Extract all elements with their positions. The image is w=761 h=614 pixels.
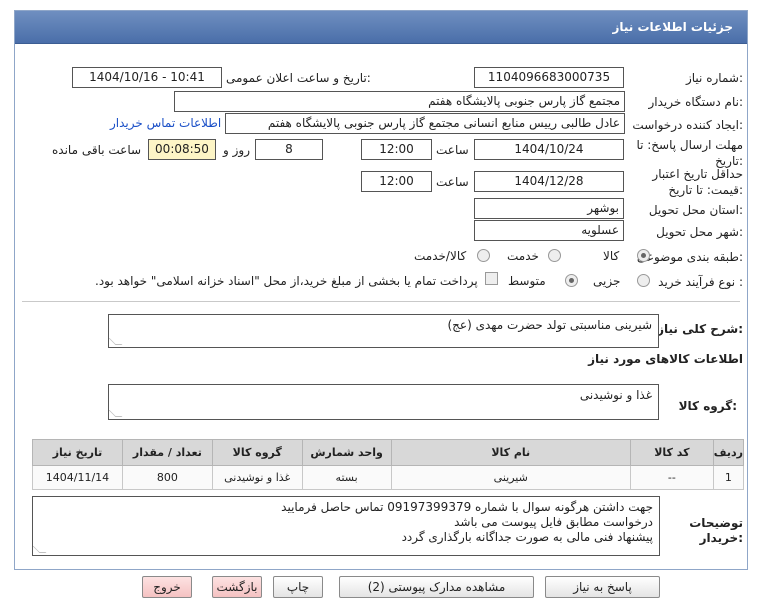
buyer-contact-link[interactable]: اطلاعات تماس خریدار (110, 116, 221, 130)
price-validity-date-field: 1404/12/28 (474, 171, 624, 192)
goods-table-header: ردیف کد کالا نام کالا واحد شمارش گروه کا… (32, 439, 745, 466)
reply-deadline-label-1: مهلت ارسال پاسخ: تا (636, 138, 743, 152)
category-label: طبقه بندی موضوعی: (636, 250, 743, 264)
category-radio-goods-service[interactable] (477, 249, 490, 262)
treasury-payment-checkbox[interactable] (485, 272, 498, 285)
print-button[interactable]: چاپ (273, 576, 323, 598)
exit-button[interactable]: خروج (142, 576, 192, 598)
panel-title: جزئیات اطلاعات نیاز (612, 20, 733, 34)
category-option-service: خدمت (507, 249, 539, 263)
goods-group-label: گروه کالا: (678, 399, 737, 413)
resize-grip-icon[interactable] (33, 546, 47, 553)
goods-section-title: اطلاعات کالاهای مورد نیاز (588, 352, 743, 366)
col-name: نام کالا (390, 439, 631, 466)
need-number-field: 1104096683000735 (474, 67, 624, 88)
need-number-label: شماره نیاز: (685, 71, 743, 85)
goods-group-textarea[interactable]: غذا و نوشیدنی (108, 384, 659, 420)
description-text: شیرینی مناسبتی تولد حضرت مهدی (عج) (447, 318, 653, 332)
description-textarea[interactable]: شیرینی مناسبتی تولد حضرت مهدی (عج) (108, 314, 659, 348)
resize-grip-icon[interactable] (109, 338, 123, 345)
cell-need-date: 1404/11/14 (32, 465, 123, 490)
description-label: شرح کلی نیاز: (657, 322, 743, 336)
table-row: 1 -- شیرینی بسته غذا و نوشیدنی 800 1404/… (32, 465, 745, 490)
buyer-notes-line: درخواست مطابق فایل پیوست می باشد (454, 515, 653, 529)
goods-table: ردیف کد کالا نام کالا واحد شمارش گروه کا… (32, 439, 745, 490)
price-validity-label-1: حداقل تاریخ اعتبار (652, 167, 743, 181)
reply-deadline-date-field: 1404/10/24 (474, 139, 624, 160)
col-row: ردیف (712, 439, 745, 466)
process-radio-minor[interactable] (637, 274, 650, 287)
process-label: نوع فرآیند خرید : (658, 275, 743, 289)
buyer-notes-line: پیشنهاد فنی مالی به صورت جداگانه بارگذار… (401, 530, 653, 544)
cell-code: -- (629, 465, 714, 490)
buyer-org-label: نام دستگاه خریدار: (648, 95, 744, 109)
province-label: استان محل تحویل: (648, 203, 743, 217)
col-code: کد کالا (629, 439, 714, 466)
buyer-notes-textarea[interactable]: جهت داشتن هرگونه سوال با شماره 091973993… (32, 496, 660, 556)
buyer-notes-label-1: توضیحات (689, 516, 743, 530)
back-button[interactable]: بازگشت (212, 576, 262, 598)
cell-quantity: 800 (121, 465, 213, 490)
treasury-payment-note: پرداخت تمام یا بخشی از مبلغ خرید،از محل … (95, 274, 478, 288)
category-radio-goods[interactable] (637, 249, 650, 262)
panel-header: جزئیات اطلاعات نیاز (15, 11, 747, 44)
remaining-time-label: ساعت باقی مانده (52, 143, 142, 157)
province-field: بوشهر (474, 198, 624, 219)
col-need-date: تاریخ نیاز (32, 439, 123, 466)
price-validity-time-field: 12:00 (361, 171, 432, 192)
resize-grip-icon[interactable] (109, 410, 123, 417)
city-label: شهر محل تحویل: (656, 225, 743, 239)
buyer-notes-line: جهت داشتن هرگونه سوال با شماره 091973993… (281, 500, 653, 514)
reply-deadline-time-field: 12:00 (361, 139, 432, 160)
remaining-days-label: روز و (223, 143, 250, 157)
cell-name: شیرینی (390, 465, 631, 490)
buyer-org-field: مجتمع گاز پارس جنوبی پالایشگاه هفتم (174, 91, 625, 112)
price-validity-label-2: قیمت: تا تاریخ: (668, 183, 743, 197)
price-validity-time-label: ساعت (436, 175, 469, 189)
remaining-days-field: 8 (255, 139, 323, 160)
reply-deadline-label-2: تاریخ: (715, 154, 743, 168)
cell-unit: بسته (301, 465, 392, 490)
col-quantity: تعداد / مقدار (121, 439, 213, 466)
col-group: گروه کالا (211, 439, 303, 466)
cell-row: 1 (712, 465, 745, 490)
cell-group: غذا و نوشیدنی (211, 465, 303, 490)
announce-datetime-field: 1404/10/16 - 10:41 (72, 67, 222, 88)
col-unit: واحد شمارش (301, 439, 392, 466)
process-option-medium: متوسط (508, 274, 546, 288)
category-option-goods: کالا (603, 249, 620, 263)
view-attachments-button[interactable]: مشاهده مدارک پیوستی (2) (339, 576, 534, 598)
requester-label: ایجاد کننده درخواست: (632, 118, 743, 132)
process-option-minor: جزیی (593, 274, 621, 288)
divider (22, 301, 740, 302)
remaining-time-field: 00:08:50 (148, 139, 216, 160)
process-radio-medium[interactable] (565, 274, 578, 287)
requester-field: عادل طالبی رییس منابع انسانی مجتمع گاز پ… (225, 113, 625, 134)
goods-group-text: غذا و نوشیدنی (579, 388, 652, 402)
reply-deadline-time-label: ساعت (436, 143, 469, 157)
category-option-goods-service: کالا/خدمت (414, 249, 467, 263)
category-radio-service[interactable] (548, 249, 561, 262)
reply-button[interactable]: پاسخ به نیاز (545, 576, 660, 598)
city-field: عسلویه (474, 220, 624, 241)
announce-datetime-label: تاریخ و ساعت اعلان عمومی: (226, 71, 371, 85)
buyer-notes-label-2: خریدار: (699, 531, 743, 545)
